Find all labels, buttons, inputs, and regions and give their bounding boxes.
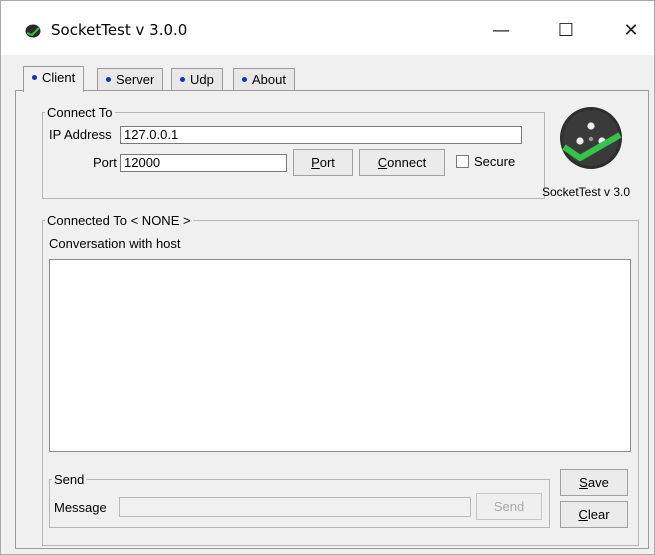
clear-button-label: lear <box>587 507 610 522</box>
secure-label: Secure <box>474 154 516 169</box>
socket-check-icon <box>560 107 622 169</box>
connect-to-legend: Connect To <box>47 105 113 120</box>
tab-client[interactable]: Client <box>23 66 85 92</box>
port-button-label: ort <box>319 155 335 170</box>
save-button-label: ave <box>587 475 609 490</box>
send-legend: Send <box>54 472 85 487</box>
window-title: SocketTest v 3.0.0 <box>51 21 188 39</box>
logo-caption: SocketTest v 3.0 <box>542 185 631 199</box>
tab-label: Client <box>42 70 76 85</box>
client-area: Client Server Udp About Connect To IP Ad… <box>11 59 652 551</box>
port-field[interactable]: 12000 <box>120 154 287 172</box>
port-label: Port <box>93 155 117 170</box>
save-button[interactable]: Save <box>560 469 628 496</box>
tab-label: Server <box>116 72 155 87</box>
title-bar[interactable]: SocketTest v 3.0.0 — ☐ ✕ <box>1 1 654 55</box>
connect-button-mnemonic: C <box>377 155 388 170</box>
close-button[interactable]: ✕ <box>617 21 645 41</box>
client-tab-panel: Connect To IP Address 127.0.0.1 Port 120… <box>15 90 649 549</box>
tab-label: About <box>252 72 286 87</box>
connect-button[interactable]: Connect <box>359 149 445 176</box>
ip-address-label: IP Address <box>49 127 112 142</box>
clear-button[interactable]: Clear <box>560 501 628 528</box>
tab-server[interactable]: Server <box>97 68 164 90</box>
secure-checkbox[interactable] <box>456 155 469 168</box>
maximize-button[interactable]: ☐ <box>552 21 580 41</box>
tab-udp[interactable]: Udp <box>171 68 223 90</box>
application-window: SocketTest v 3.0.0 — ☐ ✕ Client Server U… <box>0 0 655 555</box>
message-field[interactable] <box>119 497 471 517</box>
port-button-mnemonic: P <box>311 155 320 170</box>
port-button[interactable]: Port <box>293 149 353 176</box>
clear-button-mnemonic: C <box>578 507 588 522</box>
tab-label: Udp <box>190 72 214 87</box>
tab-dot-icon <box>180 77 185 83</box>
conversation-label: Conversation with host <box>49 236 181 251</box>
app-icon <box>25 24 41 38</box>
ip-address-field[interactable]: 127.0.0.1 <box>120 126 522 144</box>
connected-to-legend: Connected To < NONE > <box>47 213 191 228</box>
tab-about[interactable]: About <box>233 68 295 90</box>
save-button-mnemonic: S <box>579 475 588 490</box>
message-label: Message <box>54 500 107 515</box>
connect-button-label: onnect <box>387 155 427 170</box>
tab-dot-icon <box>242 77 247 83</box>
conversation-textarea[interactable] <box>49 259 631 452</box>
minimize-button[interactable]: — <box>487 21 515 41</box>
send-button[interactable]: Send <box>476 493 542 520</box>
tab-dot-icon <box>32 75 37 81</box>
tab-dot-icon <box>106 77 111 83</box>
